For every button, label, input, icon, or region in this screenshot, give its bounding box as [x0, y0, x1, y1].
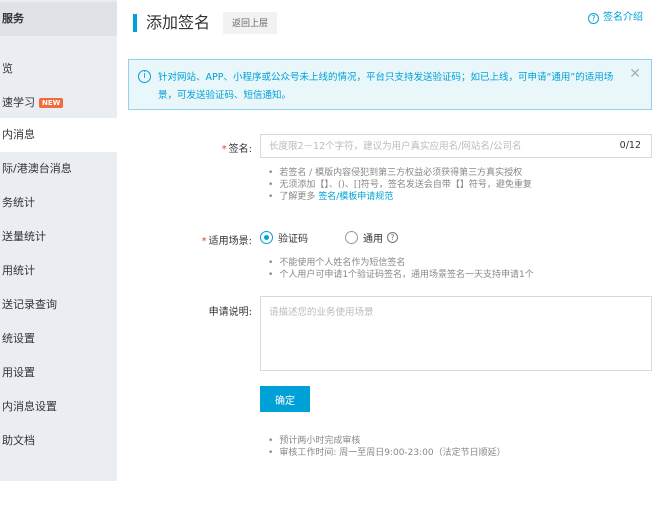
notice-text: 针对网站、APP、小程序或公众号未上线的情况，平台只支持发送验证码；如已上线，可…	[158, 72, 614, 101]
sidebar-item-domestic-settings[interactable]: 内消息设置	[0, 390, 117, 424]
sidebar-item-usage-stats[interactable]: 用统计	[0, 254, 117, 288]
sidebar-item-business-stats[interactable]: 务统计	[0, 186, 117, 220]
hint-item: 审核工作时间: 周一至周日9:00-23:00（法定节日顺延）	[268, 447, 505, 459]
template-spec-link[interactable]: 签名/模板申请规范	[318, 192, 393, 202]
close-icon[interactable]: ✕	[629, 66, 641, 82]
required-mark: *	[201, 236, 207, 247]
new-badge: NEW	[39, 98, 64, 108]
radio-unchecked-icon	[345, 231, 358, 244]
sidebar-item-overview[interactable]: 览	[0, 52, 117, 86]
hint-item: 不能使用个人姓名作为短信签名	[268, 257, 534, 269]
description-textarea[interactable]	[261, 297, 651, 370]
hint-item: 无须添加【】、()、[]符号，签名发送会自带【】符号，避免重复	[268, 179, 532, 191]
signature-hints: 若签名 / 模版内容侵犯到第三方权益必须获得第三方真实授权 无须添加【】、()、…	[268, 167, 532, 203]
sidebar-item-quick-learn[interactable]: 速学习 NEW	[0, 86, 117, 120]
review-hints: 预计两小时完成审核 审核工作时间: 周一至周日9:00-23:00（法定节日顺延…	[268, 435, 506, 459]
signature-input[interactable]	[261, 135, 601, 157]
info-icon: i	[138, 70, 151, 83]
signature-label: * 签名:	[221, 144, 252, 155]
hint-item: 个人用户可申请1个验证码签名，通用场景签名一天支持申请1个	[268, 269, 533, 281]
hint-item: 若签名 / 模版内容侵犯到第三方权益必须获得第三方真实授权	[268, 167, 532, 179]
radio-checked-icon	[260, 231, 273, 244]
sidebar-item-send-records[interactable]: 送记录查询	[0, 288, 117, 322]
sidebar-item-system-settings[interactable]: 统设置	[0, 322, 117, 356]
signature-input-wrapper: 0/12	[260, 134, 652, 158]
signature-intro-link[interactable]: ? 签名介绍	[588, 11, 643, 25]
back-button[interactable]: 返回上层	[223, 12, 278, 34]
help-circle-icon[interactable]: ?	[387, 232, 398, 243]
sidebar-item-help-docs[interactable]: 助文档	[0, 424, 117, 458]
sidebar-item-international-messages[interactable]: 际/港澳台消息	[0, 152, 117, 186]
radio-general[interactable]: 通用 ?	[345, 230, 398, 245]
notice-banner: i 针对网站、APP、小程序或公众号未上线的情况，平台只支持发送验证码；如已上线…	[128, 59, 652, 110]
sidebar-header[interactable]: 服务	[0, 2, 117, 36]
required-mark: *	[221, 144, 227, 155]
radio-verification-code[interactable]: 验证码	[260, 230, 308, 245]
title-accent-bar	[133, 14, 137, 32]
submit-button[interactable]: 确定	[260, 386, 310, 412]
char-counter: 0/12	[619, 140, 641, 151]
help-circle-icon: ?	[588, 12, 599, 24]
sidebar-item-app-settings[interactable]: 用设置	[0, 356, 117, 390]
page-title: 添加签名	[146, 13, 211, 32]
hint-item: 预计两小时完成审核	[268, 435, 506, 447]
sidebar-item-domestic-messages[interactable]: 内消息	[0, 118, 117, 152]
scene-label: * 适用场景:	[201, 236, 252, 247]
sidebar-item-send-volume-stats[interactable]: 送量统计	[0, 220, 117, 254]
sidebar: 服务 览 速学习 NEW 内消息 际/港澳台消息 务统计 送量统计 用统计 送记录…	[0, 0, 117, 481]
description-label: 申请说明:	[208, 307, 252, 318]
hint-item: 了解更多 签名/模板申请规范	[268, 191, 532, 203]
scene-hints: 不能使用个人姓名作为短信签名 个人用户可申请1个验证码签名，通用场景签名一天支持…	[268, 257, 534, 281]
description-textarea-wrapper	[260, 296, 652, 371]
